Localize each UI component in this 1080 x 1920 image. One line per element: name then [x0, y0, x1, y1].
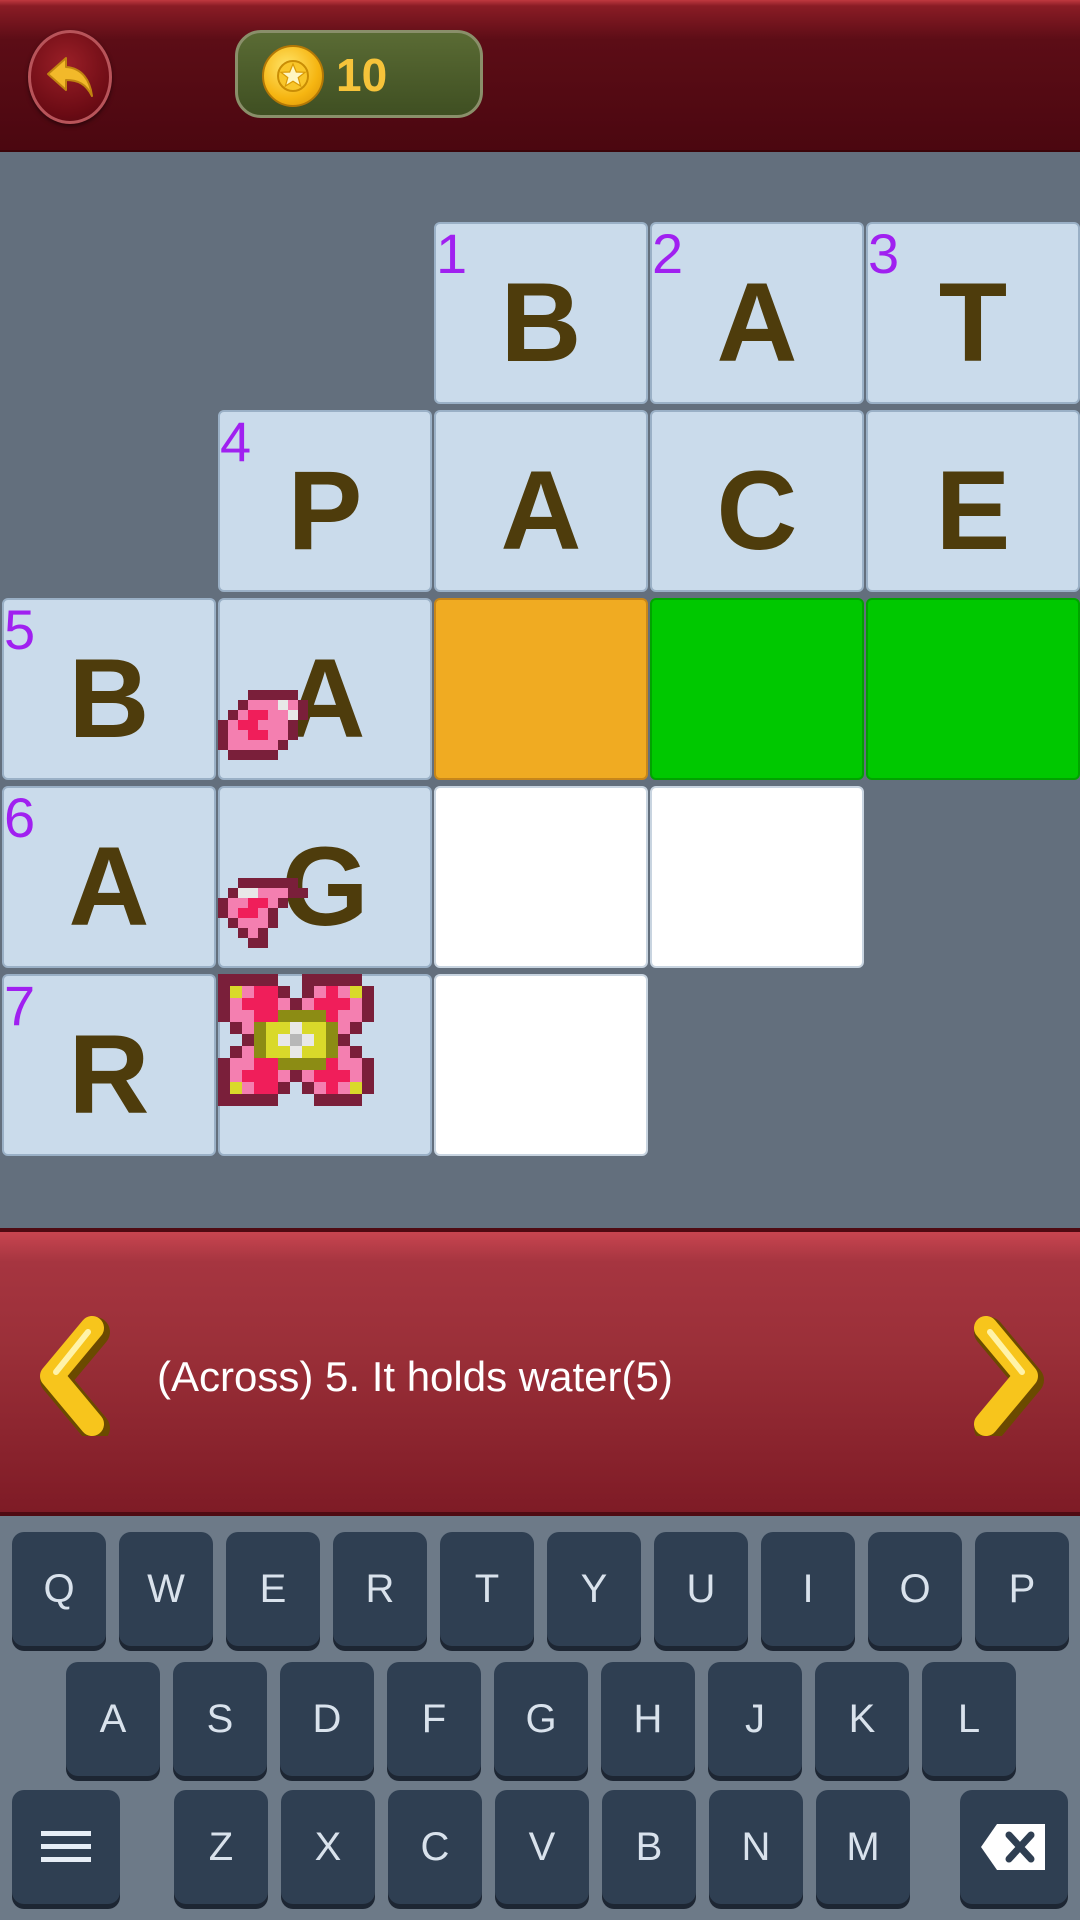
cell-letter: A — [716, 260, 798, 385]
grid-cell[interactable]: 7R — [2, 974, 216, 1156]
grid-cell[interactable]: 1B — [434, 222, 648, 404]
cell-letter: A — [68, 824, 150, 949]
grid-cell[interactable]: C — [650, 410, 864, 592]
key-v[interactable]: V — [495, 1790, 589, 1904]
grid-cell[interactable]: E — [866, 410, 1080, 592]
grid-cell[interactable] — [650, 786, 864, 968]
clue-text: (Across) 5. It holds water(5) — [157, 1353, 673, 1400]
grid-cell[interactable] — [434, 598, 648, 780]
key-e[interactable]: E — [226, 1532, 320, 1646]
cell-letter: B — [500, 260, 582, 385]
pixel-petal-icon — [218, 690, 308, 760]
chevron-left-icon — [40, 1316, 110, 1443]
clue-number: 3 — [868, 222, 900, 285]
keyboard: QWERTYUIOP ASDFGHJKL ZXCVBNM — [0, 1516, 1080, 1920]
cell-letter: R — [68, 1012, 150, 1137]
star-coin-icon — [262, 45, 324, 107]
backspace-icon — [981, 1824, 1045, 1870]
coin-balance: 10 — [235, 30, 483, 118]
cell-letter: C — [716, 448, 798, 573]
clue-number: 5 — [4, 598, 36, 661]
key-h[interactable]: H — [601, 1662, 695, 1776]
back-arrow-icon — [47, 57, 93, 97]
grid-cell[interactable] — [434, 786, 648, 968]
grid-cell[interactable]: 6A — [2, 786, 216, 968]
chevron-right-icon — [974, 1316, 1044, 1443]
key-c[interactable]: C — [388, 1790, 482, 1904]
grid-cell[interactable] — [434, 974, 648, 1156]
grid-cell[interactable]: 3T — [866, 222, 1080, 404]
backspace-button[interactable] — [960, 1790, 1068, 1904]
cell-letter: E — [935, 448, 1011, 573]
clue-number: 6 — [4, 786, 36, 849]
key-m[interactable]: M — [816, 1790, 910, 1904]
key-g[interactable]: G — [494, 1662, 588, 1776]
grid-cell[interactable]: 4P — [218, 410, 432, 592]
pixel-petal-icon — [218, 878, 308, 948]
cell-letter: P — [287, 448, 363, 573]
key-n[interactable]: N — [709, 1790, 803, 1904]
key-s[interactable]: S — [173, 1662, 267, 1776]
key-z[interactable]: Z — [174, 1790, 268, 1904]
grid-cell[interactable]: 2A — [650, 222, 864, 404]
key-q[interactable]: Q — [12, 1532, 106, 1646]
key-j[interactable]: J — [708, 1662, 802, 1776]
key-k[interactable]: K — [815, 1662, 909, 1776]
grid-cell[interactable] — [650, 598, 864, 780]
clue-number: 1 — [436, 222, 468, 285]
coin-count: 10 — [336, 49, 388, 101]
top-bar: 10 — [0, 0, 1080, 152]
key-d[interactable]: D — [280, 1662, 374, 1776]
cell-letter: T — [938, 260, 1008, 385]
menu-icon — [41, 1831, 91, 1862]
key-x[interactable]: X — [281, 1790, 375, 1904]
crossword-grid: 1B2A3T4PACE5BA6AG7R — [0, 150, 1080, 1228]
prev-clue-button[interactable] — [34, 1316, 114, 1443]
clue-number: 4 — [220, 410, 252, 473]
key-i[interactable]: I — [761, 1532, 855, 1646]
menu-button[interactable] — [12, 1790, 120, 1904]
key-y[interactable]: Y — [547, 1532, 641, 1646]
key-f[interactable]: F — [387, 1662, 481, 1776]
key-r[interactable]: R — [333, 1532, 427, 1646]
grid-cell[interactable]: A — [434, 410, 648, 592]
cell-letter: A — [500, 448, 582, 573]
clue-bar: (Across) 5. It holds water(5) — [0, 1228, 1080, 1516]
back-button[interactable] — [28, 30, 112, 124]
clue-number: 7 — [4, 974, 36, 1037]
key-l[interactable]: L — [922, 1662, 1016, 1776]
next-clue-button[interactable] — [964, 1316, 1044, 1443]
cell-letter: B — [68, 636, 150, 761]
key-u[interactable]: U — [654, 1532, 748, 1646]
pixel-flower-icon — [218, 974, 374, 1106]
key-a[interactable]: A — [66, 1662, 160, 1776]
grid-cell[interactable] — [866, 598, 1080, 780]
clue-number: 2 — [652, 222, 684, 285]
key-p[interactable]: P — [975, 1532, 1069, 1646]
key-b[interactable]: B — [602, 1790, 696, 1904]
key-o[interactable]: O — [868, 1532, 962, 1646]
grid-cell[interactable]: 5B — [2, 598, 216, 780]
key-t[interactable]: T — [440, 1532, 534, 1646]
key-w[interactable]: W — [119, 1532, 213, 1646]
